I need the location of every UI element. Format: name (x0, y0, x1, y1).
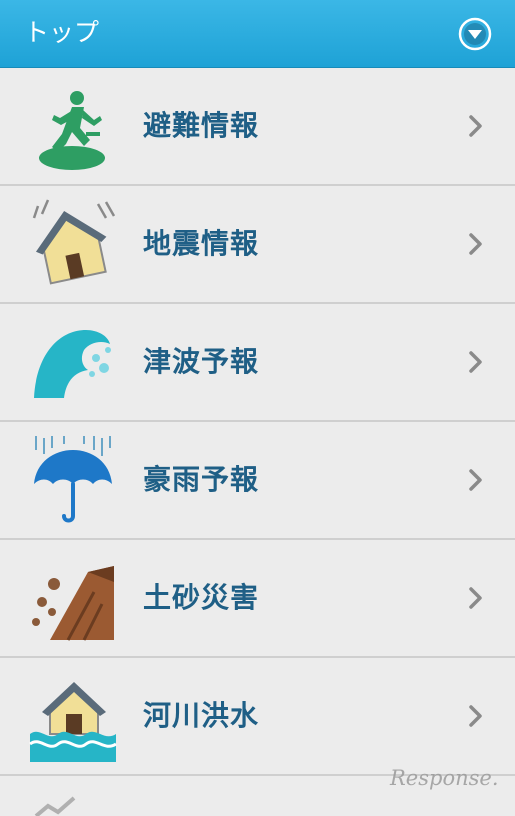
menu-item-label: 土砂災害 (143, 581, 260, 614)
menu-list: 避難情報 地震情報 津波予報 豪雨予報 土砂災害 河川洪水 (0, 68, 515, 816)
chevron-down-circle-icon[interactable] (458, 17, 492, 51)
rain-umbrella-icon (34, 436, 112, 523)
chevron-right-icon (469, 233, 482, 255)
menu-item-river-flood[interactable]: 河川洪水 (0, 658, 515, 776)
chevron-right-icon (469, 351, 482, 373)
flood-house-icon (29, 682, 117, 762)
menu-item-heavy-rain[interactable]: 豪雨予報 (0, 422, 515, 540)
watermark: Response. (390, 766, 499, 790)
menu-item-tsunami[interactable]: 津波予報 (0, 304, 515, 422)
evacuation-runner-icon (39, 91, 105, 170)
menu-item-label: 地震情報 (143, 227, 260, 260)
menu-item-label: 避難情報 (143, 109, 260, 142)
menu-item-landslide[interactable]: 土砂災害 (0, 540, 515, 658)
partial-item-icon (34, 796, 76, 816)
tsunami-wave-icon (34, 330, 111, 398)
page-title: トップ (24, 18, 100, 47)
app-header: トップ (0, 0, 515, 68)
earthquake-house-icon (32, 199, 116, 285)
menu-item-evacuation[interactable]: 避難情報 (0, 68, 515, 186)
chevron-right-icon (469, 469, 482, 491)
chevron-right-icon (469, 705, 482, 727)
menu-item-earthquake[interactable]: 地震情報 (0, 186, 515, 304)
menu-item-label: 河川洪水 (143, 699, 260, 732)
chevron-right-icon (469, 587, 482, 609)
chevron-right-icon (469, 115, 482, 137)
menu-item-label: 津波予報 (143, 345, 260, 378)
landslide-icon (32, 566, 114, 641)
menu-item-label: 豪雨予報 (143, 463, 260, 496)
